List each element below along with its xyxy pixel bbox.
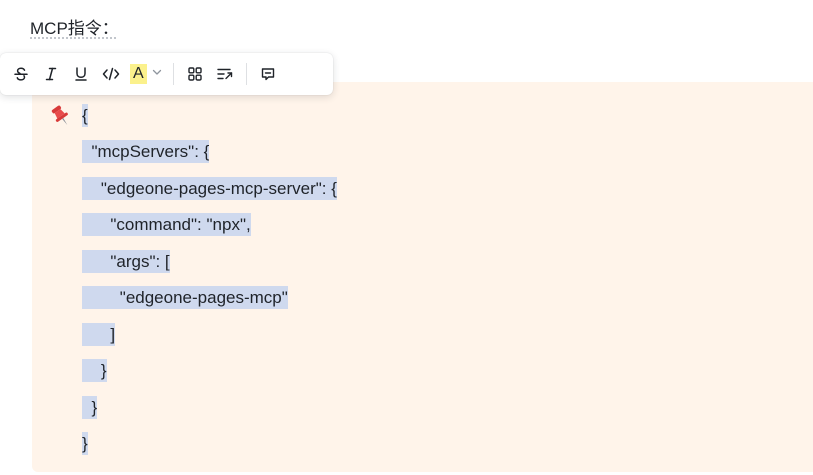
floating-format-toolbar: A [0, 53, 333, 95]
wrap-text-icon [216, 66, 234, 82]
italic-icon [43, 66, 59, 82]
underline-button[interactable] [66, 60, 96, 88]
inline-code-icon [102, 66, 120, 82]
code-line[interactable]: } [82, 359, 107, 383]
code-line[interactable]: } [82, 432, 88, 456]
strikethrough-icon [13, 66, 29, 82]
code-line[interactable]: { [82, 104, 88, 128]
code-line[interactable]: "edgeone-pages-mcp-server": { [82, 177, 337, 201]
comment-icon [260, 66, 276, 82]
chevron-down-icon[interactable] [151, 65, 163, 83]
strikethrough-button[interactable] [6, 60, 36, 88]
pushpin-icon[interactable] [50, 104, 72, 128]
toolbar-divider [245, 63, 247, 85]
block-type-button[interactable] [180, 60, 210, 88]
section-label: MCP指令： [30, 19, 119, 38]
add-comment-button[interactable] [253, 60, 283, 88]
italic-button[interactable] [36, 60, 66, 88]
code-line[interactable]: "command": "npx", [82, 213, 251, 237]
document-page: MCP指令： { "mcpServers": { "edgeone-pages-… [0, 0, 813, 475]
toolbar-divider [172, 63, 174, 85]
block-grid-icon [187, 66, 203, 82]
text-color-icon: A [130, 64, 147, 84]
code-line[interactable]: "args": [ [82, 250, 170, 274]
code-line[interactable]: "mcpServers": { [82, 140, 210, 164]
text-color-button[interactable]: A [126, 60, 167, 88]
code-line[interactable]: "edgeone-pages-mcp" [82, 286, 288, 310]
code-line[interactable]: ] [82, 323, 116, 347]
code-line[interactable]: } [82, 396, 98, 420]
inline-code-button[interactable] [96, 60, 126, 88]
wrap-text-button[interactable] [210, 60, 240, 88]
underline-icon [73, 66, 89, 82]
